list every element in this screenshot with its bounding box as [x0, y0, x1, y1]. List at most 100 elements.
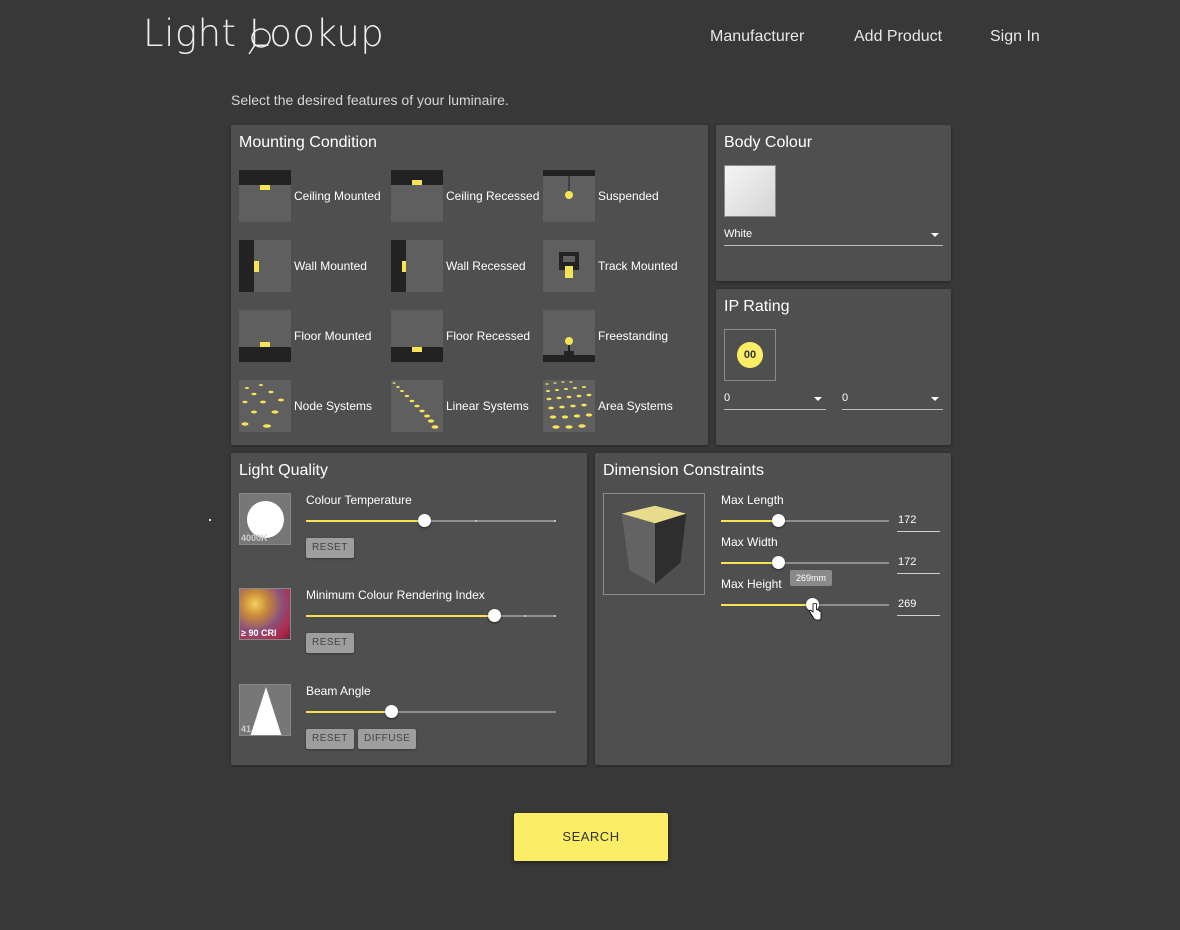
cri-thumb-label: ≥ 90 CRI: [241, 628, 277, 638]
body-colour-panel: Body Colour White: [716, 125, 951, 281]
chevron-down-icon: [814, 397, 822, 401]
ceiling-mounted-icon: [239, 170, 291, 222]
beam-angle-reset-button[interactable]: RESET: [306, 729, 354, 749]
slider-tick: [524, 615, 526, 617]
beam-angle-thumb-label: 41: [241, 724, 252, 734]
linear-systems-icon: [391, 380, 443, 432]
nav-sign-in[interactable]: Sign In: [990, 28, 1040, 46]
slider-fill: [306, 520, 424, 522]
ip-first-digit-select[interactable]: 0: [724, 388, 826, 410]
max-width-slider[interactable]: [721, 556, 889, 570]
dimension-constraints-title: Dimension Constraints: [603, 462, 764, 479]
mount-label: Node Systems: [294, 399, 373, 413]
mount-track-mounted[interactable]: Track Mounted: [543, 240, 693, 292]
max-height-input[interactable]: 269: [897, 594, 940, 616]
ip-second-digit-value: 0: [842, 392, 849, 404]
floor-recessed-icon: [391, 310, 443, 362]
mount-area-systems[interactable]: Area Systems: [543, 380, 693, 432]
stray-dot: [209, 519, 211, 521]
mount-ceiling-recessed[interactable]: Ceiling Recessed: [391, 170, 541, 222]
mount-node-systems[interactable]: Node Systems: [239, 380, 389, 432]
mount-suspended[interactable]: Suspended: [543, 170, 693, 222]
colour-temperature-label: Colour Temperature: [306, 493, 412, 507]
beam-angle-thumb: 41: [239, 684, 291, 736]
slider-handle[interactable]: [385, 705, 398, 718]
hand-cursor-icon: [809, 603, 822, 621]
cri-slider[interactable]: [306, 609, 556, 623]
slider-handle[interactable]: [487, 609, 501, 622]
max-length-slider[interactable]: [721, 514, 889, 528]
mount-label: Suspended: [598, 189, 659, 203]
max-length-label: Max Length: [721, 493, 784, 507]
max-height-label: Max Height: [721, 577, 782, 591]
mount-label: Ceiling Recessed: [446, 189, 540, 203]
mount-label: Area Systems: [598, 399, 673, 413]
mount-label: Wall Recessed: [446, 259, 526, 273]
cri-label: Minimum Colour Rendering Index: [306, 588, 485, 602]
max-length-input[interactable]: 172: [897, 510, 940, 532]
cube-icon: [621, 505, 687, 585]
ceiling-recessed-icon: [391, 170, 443, 222]
ip-rating-panel: IP Rating 00 0 0: [716, 289, 951, 445]
logo[interactable]: Light Lookup: [143, 12, 384, 55]
mount-wall-recessed[interactable]: Wall Recessed: [391, 240, 541, 292]
body-colour-select[interactable]: White: [724, 224, 943, 246]
slider-tick: [554, 520, 556, 522]
dimension-constraints-panel: Dimension Constraints Max Length 172 Max…: [595, 453, 951, 765]
slider-fill: [306, 711, 391, 713]
chevron-down-icon: [931, 397, 939, 401]
mount-floor-recessed[interactable]: Floor Recessed: [391, 310, 541, 362]
mount-label: Floor Recessed: [446, 329, 531, 343]
node-systems-icon: [239, 380, 291, 432]
mounting-condition-title: Mounting Condition: [239, 134, 377, 151]
suspended-icon: [543, 170, 595, 222]
wall-recessed-icon: [391, 240, 443, 292]
light-quality-title: Light Quality: [239, 462, 328, 479]
slider-tick: [475, 520, 477, 522]
max-width-label: Max Width: [721, 535, 778, 549]
area-systems-icon: [543, 380, 595, 432]
slider-fill: [721, 604, 812, 606]
ip-rating-title: IP Rating: [724, 298, 790, 315]
beam-angle-label: Beam Angle: [306, 684, 371, 698]
body-colour-value: White: [724, 228, 753, 240]
magnifier-icon: [248, 28, 271, 55]
mount-floor-mounted[interactable]: Floor Mounted: [239, 310, 389, 362]
slider-fill: [306, 615, 494, 617]
mount-label: Wall Mounted: [294, 259, 367, 273]
ip-rating-display: 00: [724, 329, 776, 381]
slider-handle[interactable]: [417, 514, 431, 527]
slider-fill: [721, 520, 779, 522]
diffuse-button[interactable]: DIFFUSE: [358, 729, 417, 749]
mount-label: Linear Systems: [446, 399, 529, 413]
chevron-down-icon: [931, 233, 939, 237]
ip-rating-badge: 00: [737, 342, 763, 368]
colour-temperature-reset-button[interactable]: RESET: [306, 538, 354, 558]
body-colour-title: Body Colour: [724, 134, 813, 151]
wall-mounted-icon: [239, 240, 291, 292]
colour-swatch[interactable]: [724, 165, 776, 217]
slider-handle[interactable]: [772, 556, 786, 569]
ip-second-digit-select[interactable]: 0: [842, 388, 943, 410]
mount-label: Floor Mounted: [294, 329, 372, 343]
nav-add-product[interactable]: Add Product: [854, 28, 942, 46]
cri-reset-button[interactable]: RESET: [306, 633, 354, 653]
slider-fill: [721, 562, 779, 564]
max-width-input[interactable]: 172: [897, 552, 940, 574]
search-button[interactable]: SEARCH: [514, 813, 668, 861]
nav-manufacturer[interactable]: Manufacturer: [710, 28, 804, 46]
cri-thumb: ≥ 90 CRI: [239, 588, 291, 640]
page-subtitle: Select the desired features of your lumi…: [231, 92, 509, 108]
colour-temperature-slider[interactable]: [306, 514, 556, 528]
max-height-slider[interactable]: [721, 598, 889, 612]
mount-freestanding[interactable]: Freestanding: [543, 310, 693, 362]
mount-wall-mounted[interactable]: Wall Mounted: [239, 240, 389, 292]
slider-handle[interactable]: [772, 514, 786, 527]
mount-linear-systems[interactable]: Linear Systems: [391, 380, 541, 432]
mount-ceiling-mounted[interactable]: Ceiling Mounted: [239, 170, 389, 222]
max-height-tooltip: 269mm: [790, 570, 833, 586]
colour-temperature-thumb-label: 4000K: [241, 533, 268, 543]
beam-angle-slider[interactable]: [306, 705, 556, 719]
slider-tick: [554, 615, 556, 617]
dimension-cube-thumb: [603, 493, 705, 595]
